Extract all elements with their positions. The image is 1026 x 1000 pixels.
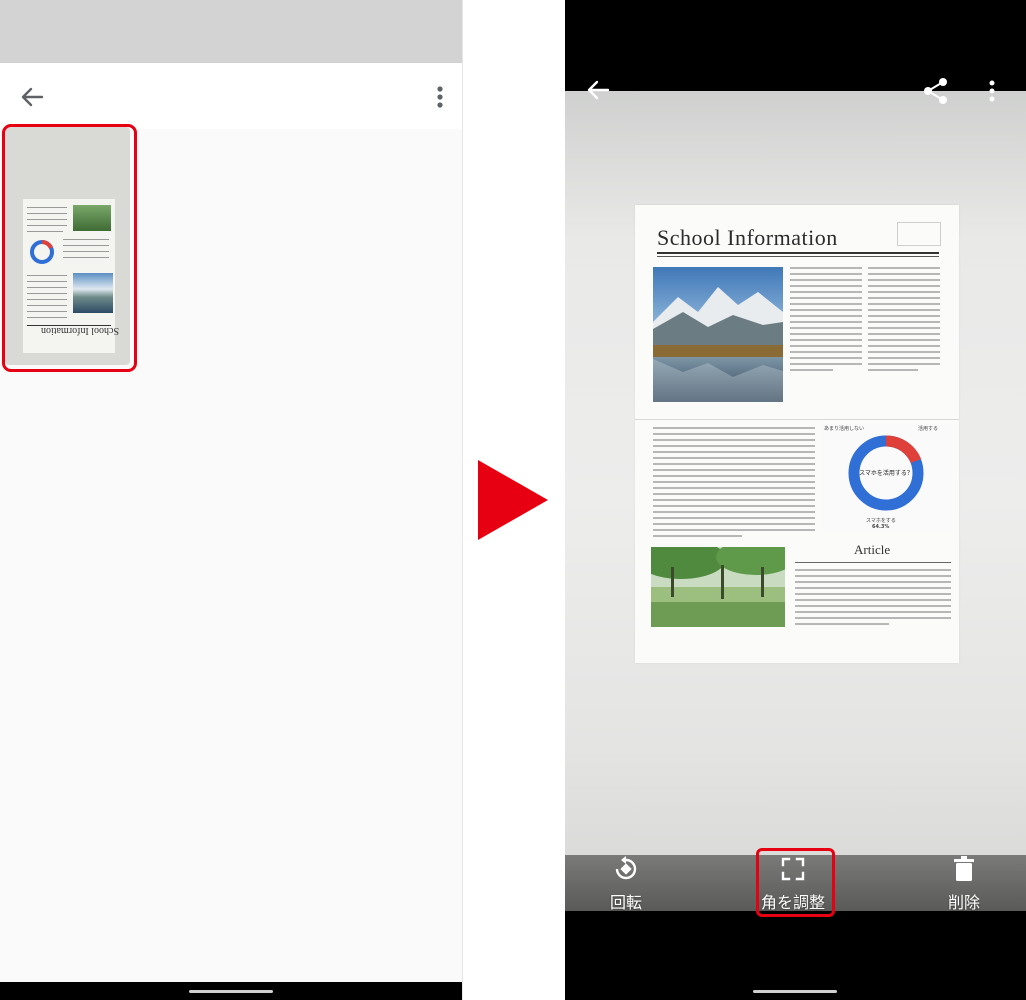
donut-chart-card: あまり活用しない 活用する スマホを活用する？ スマホをする 64.3%	[822, 423, 952, 533]
article-text-block	[795, 569, 951, 629]
trash-icon	[954, 856, 974, 881]
intro-text-block-2	[868, 267, 940, 375]
thumbnail-paper: School Information	[23, 199, 119, 353]
forest-image	[651, 547, 785, 627]
article-heading: Article	[854, 542, 891, 557]
home-indicator[interactable]	[189, 990, 273, 993]
scanned-document: School Information あまり活用しない 活用する スマホを活用す…	[635, 205, 959, 663]
right-screen: School Information あまり活用しない 活用する スマホを活用す…	[565, 0, 1026, 1000]
home-indicator[interactable]	[753, 990, 837, 993]
delete-button[interactable]: 削除	[919, 855, 1009, 912]
intro-text-block-1	[790, 267, 862, 375]
thumbnail-donut-chart	[30, 240, 54, 264]
back-arrow-icon[interactable]	[16, 81, 48, 113]
title-rule	[657, 252, 939, 254]
app-bar	[0, 63, 462, 129]
title-rule-thin	[657, 256, 939, 257]
chart-center-label: スマホを活用する？	[859, 469, 913, 477]
rotate-button[interactable]: 回転	[581, 855, 671, 912]
thumbnail-mountain-image	[73, 273, 113, 313]
document-stamp-box	[897, 222, 941, 246]
adjust-corners-label: 角を調整	[760, 893, 825, 912]
chart-bottom-pct: 64.3%	[872, 524, 890, 530]
adjust-corners-button[interactable]: 角を調整	[748, 855, 838, 912]
status-bar	[0, 0, 462, 63]
middle-text-block	[653, 427, 815, 541]
delete-label: 削除	[947, 893, 980, 912]
paper-fold	[635, 419, 959, 420]
thumbnail-title: School Information	[41, 325, 120, 336]
left-screen: School Information	[0, 0, 463, 1000]
crop-free-icon	[781, 857, 805, 881]
thumbnail-forest-image	[73, 205, 111, 231]
transition-arrow-icon	[478, 460, 548, 540]
donut-chart: スマホを活用する？	[848, 435, 924, 511]
back-arrow-icon[interactable]	[583, 75, 613, 105]
more-vert-icon[interactable]	[985, 76, 999, 106]
article-rule	[795, 562, 951, 563]
share-icon[interactable]	[921, 76, 951, 106]
scan-thumbnail[interactable]: School Information	[5, 127, 130, 365]
more-vert-icon[interactable]	[432, 81, 448, 113]
chart-bottom-label: スマホをする	[866, 518, 896, 524]
document-title: School Information	[657, 225, 838, 250]
rotate-icon	[615, 856, 637, 880]
rotate-label: 回転	[609, 893, 642, 912]
mountain-lake-image	[653, 267, 783, 402]
